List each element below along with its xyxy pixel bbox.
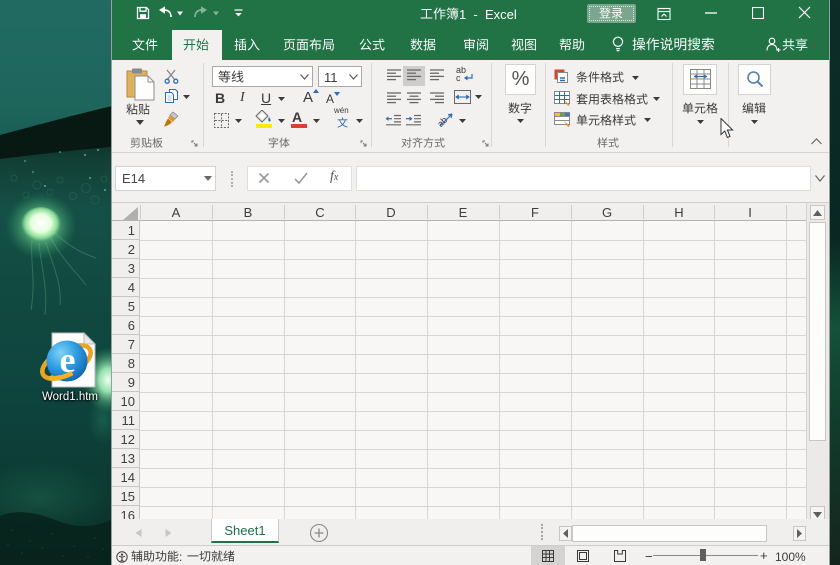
svg-text:ab: ab xyxy=(437,115,449,129)
